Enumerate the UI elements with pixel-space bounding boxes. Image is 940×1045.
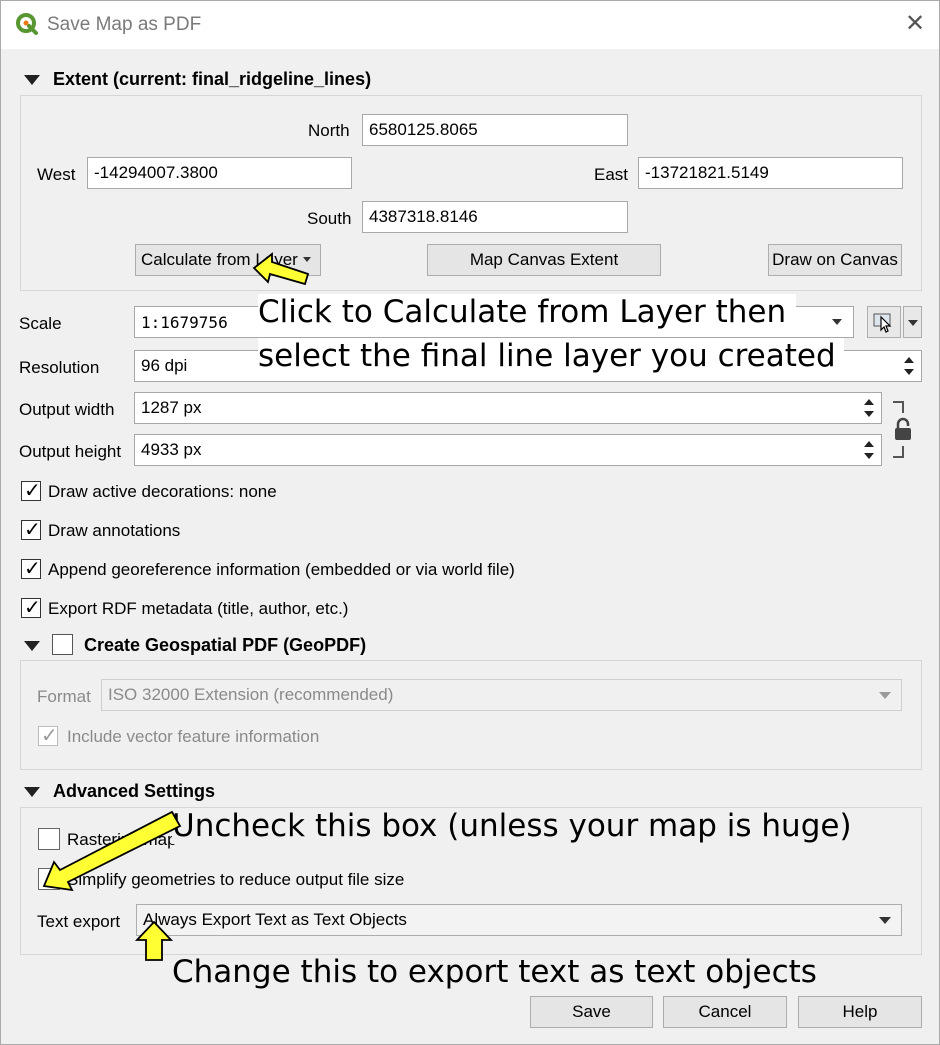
resolution-label: Resolution [19,358,100,377]
chevron-down-icon [879,692,891,699]
help-button[interactable]: Help [798,996,922,1028]
chevron-down-icon [832,319,842,325]
north-input[interactable]: 6580125.8065 [362,114,628,146]
north-label: North [308,121,350,140]
scale-label: Scale [19,314,62,333]
georeference-checkbox[interactable] [21,556,41,581]
output-height-label: Output height [19,442,122,461]
output-width-spinbox[interactable]: 1287 px [134,392,882,424]
collapse-advanced-icon[interactable] [24,787,40,797]
text-export-combobox[interactable]: Always Export Text as Text Objects [136,904,902,936]
ratio-bracket-top-v [902,401,904,413]
draw-on-canvas-button[interactable]: Draw on Canvas [768,244,902,276]
chevron-down-icon [908,320,918,326]
format-label: Format [37,687,91,706]
width-spin-arrows-icon[interactable] [859,393,879,423]
geopdf-group [20,660,922,770]
decorations-label: Draw active decorations: none [48,482,277,501]
annotation-calc-line2: select the final line layer you created [258,338,844,374]
west-label: West [37,165,76,184]
south-label: South [307,209,352,228]
include-vector-label: Include vector feature information [67,727,320,746]
map-canvas-extent-button[interactable]: Map Canvas Extent [427,244,661,276]
scale-menu-button[interactable] [903,306,922,338]
geopdf-header[interactable]: Create Geospatial PDF (GeoPDF) [84,635,366,656]
title-bar: Save Map as PDF ✕ [1,1,939,49]
close-icon[interactable]: ✕ [901,10,929,38]
rdf-metadata-checkbox[interactable] [21,595,41,620]
include-vector-checkbox[interactable] [38,723,58,748]
annotation-calc-line1: Click to Calculate from Layer then [258,294,797,330]
text-export-label: Text export [37,912,121,931]
output-height-spinbox[interactable]: 4933 px [134,434,882,466]
east-label: East [594,165,629,184]
extent-header[interactable]: Extent (current: final_ridgeline_lines) [53,69,371,90]
east-input[interactable]: -13721821.5149 [638,157,903,189]
west-input[interactable]: -14294007.3800 [87,157,352,189]
ratio-bracket-bottom-v [902,446,904,458]
arrow-simplify-icon [42,810,182,892]
chevron-down-icon [879,917,891,924]
qgis-logo-icon [16,13,38,35]
south-input[interactable]: 4387318.8146 [362,201,628,233]
cancel-button[interactable]: Cancel [663,996,787,1028]
collapse-geopdf-icon[interactable] [24,641,40,651]
annotation-text-objects: Change this to export text as text objec… [172,954,817,990]
rdf-metadata-label: Export RDF metadata (title, author, etc.… [48,599,349,618]
georeference-label: Append georeference information (embedde… [48,560,515,579]
save-button[interactable]: Save [530,996,653,1028]
window-title: Save Map as PDF [47,14,202,35]
format-combobox[interactable]: ISO 32000 Extension (recommended) [101,679,902,711]
resolution-spin-arrows-icon[interactable] [899,351,919,381]
arrow-text-export-icon [134,920,174,961]
collapse-extent-icon[interactable] [24,75,40,85]
annotations-checkbox[interactable] [21,517,41,542]
select-scale-from-canvas-button[interactable] [867,306,901,338]
annotation-uncheck: Uncheck this box (unless your map is hug… [172,808,856,844]
map-pointer-icon [873,313,892,333]
arrow-calc-icon [252,252,310,286]
lock-icon[interactable] [892,416,914,442]
geopdf-checkbox[interactable] [52,634,73,655]
scale-dropdown-button[interactable] [825,307,853,337]
decorations-checkbox[interactable] [21,478,41,503]
annotations-label: Draw annotations [48,521,181,540]
height-spin-arrows-icon[interactable] [859,435,879,465]
output-width-label: Output width [19,400,115,419]
advanced-header[interactable]: Advanced Settings [53,781,215,802]
